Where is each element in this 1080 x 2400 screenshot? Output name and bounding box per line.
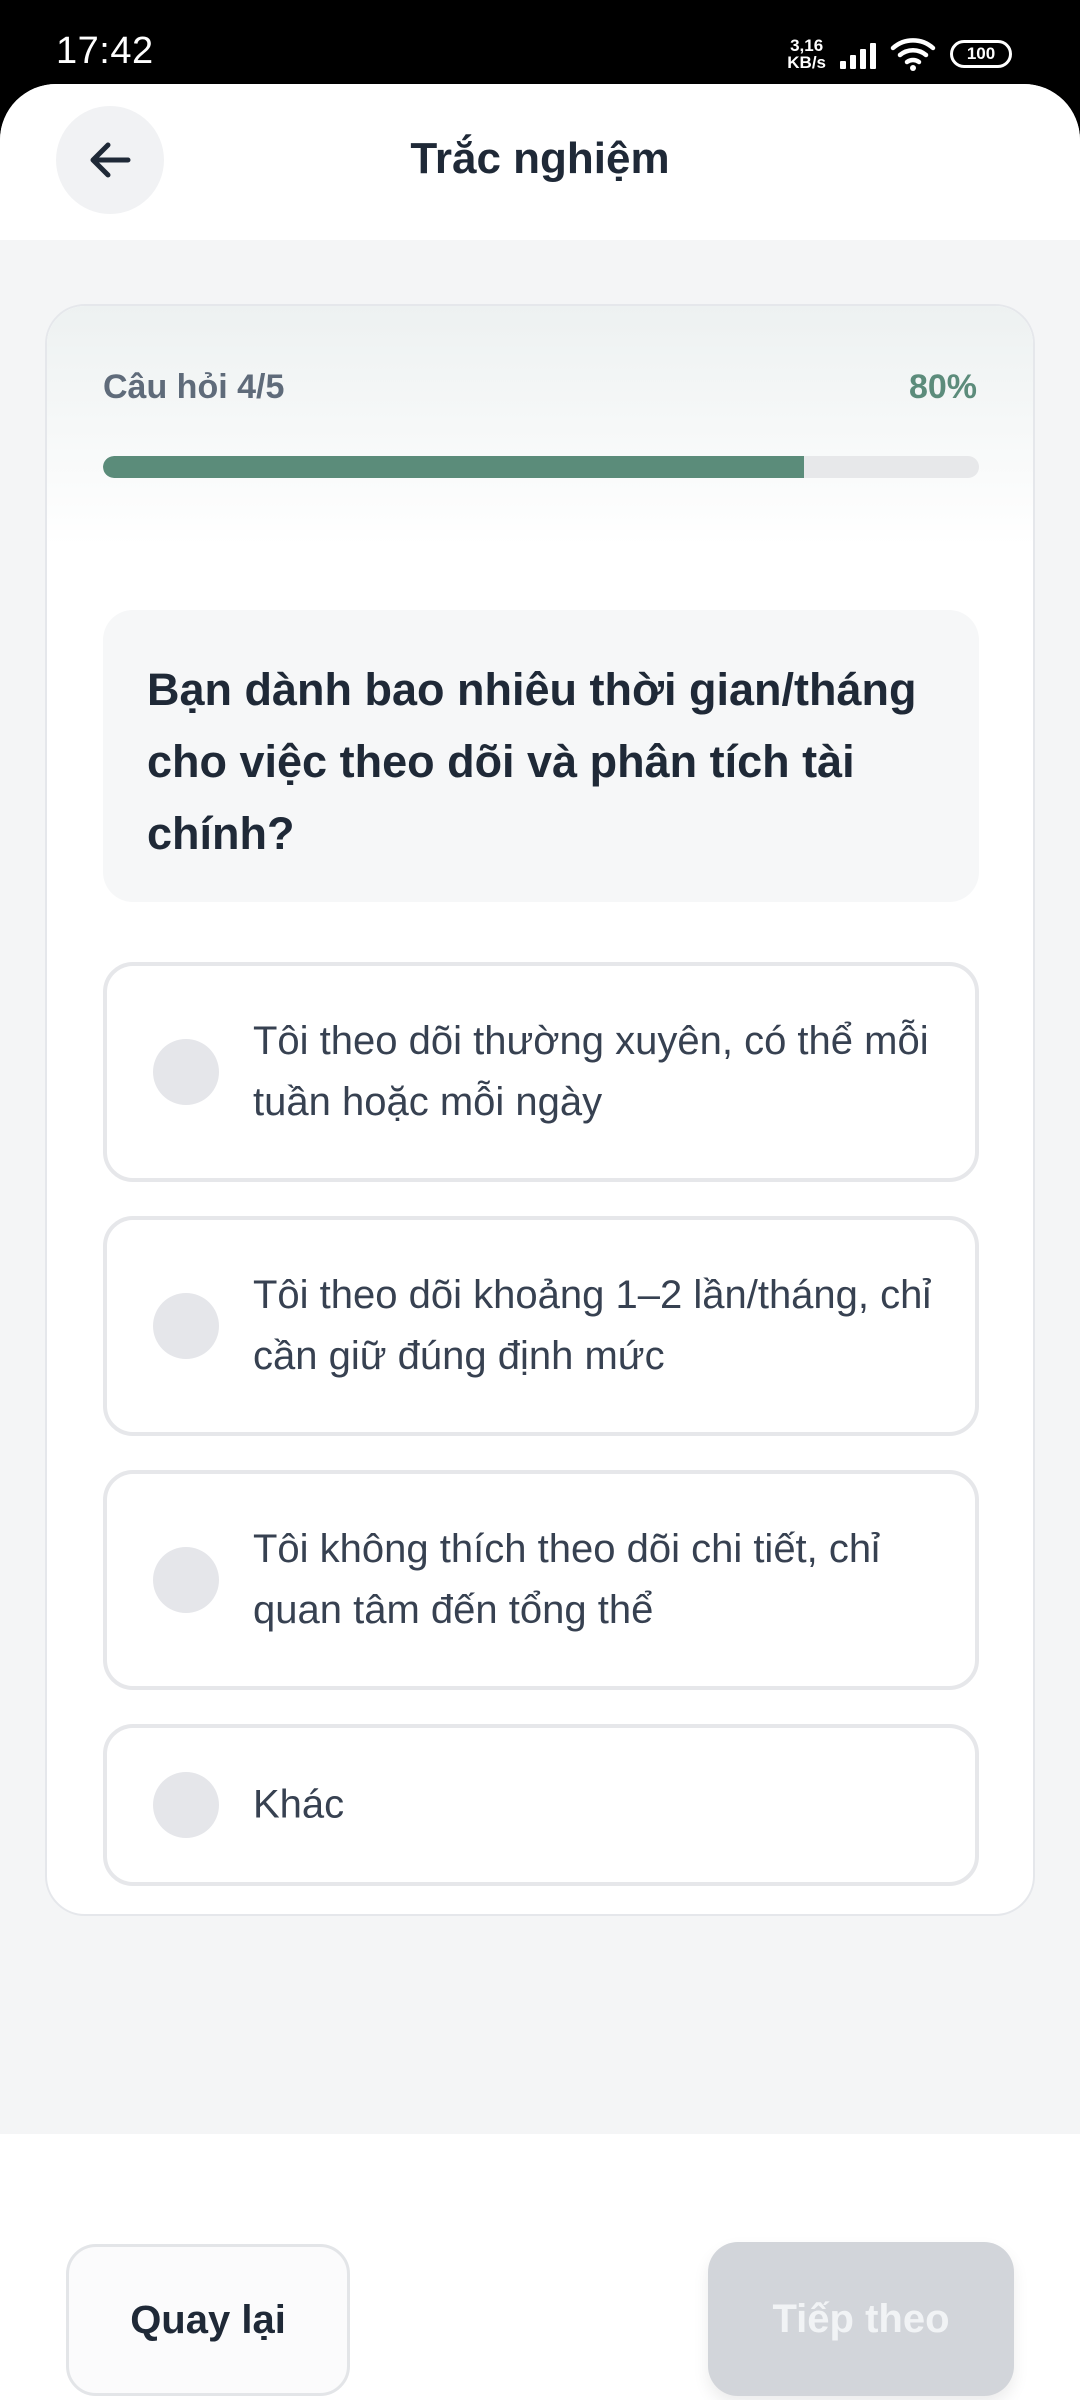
answer-option[interactable]: Khác: [103, 1724, 979, 1886]
page-title: Trắc nghiệm: [410, 134, 670, 183]
radio-button[interactable]: [153, 1772, 219, 1838]
question-text: Bạn dành bao nhiêu thời gian/tháng cho v…: [147, 664, 917, 859]
radio-button[interactable]: [153, 1039, 219, 1105]
answer-option[interactable]: Tôi không thích theo dõi chi tiết, chỉ q…: [103, 1470, 979, 1690]
network-speed-value: 3,16: [790, 36, 824, 55]
header: Trắc nghiệm: [0, 84, 1080, 240]
progress-percent: 80%: [908, 368, 977, 406]
footer-actions: Quay lại Tiếp theo: [0, 2134, 1080, 2400]
answer-option-label: Tôi theo dõi khoảng 1–2 lần/tháng, chỉ c…: [253, 1273, 932, 1378]
battery-icon: 100: [950, 40, 1012, 68]
answer-option[interactable]: Tôi theo dõi khoảng 1–2 lần/tháng, chỉ c…: [103, 1216, 979, 1436]
radio-button[interactable]: [153, 1547, 219, 1613]
status-icons: 3,16 KB/s 100: [787, 34, 1012, 74]
signal-icon: [840, 39, 876, 69]
network-speed: 3,16 KB/s: [787, 37, 826, 71]
answer-options: Tôi theo dõi thường xuyên, có thể mỗi tu…: [103, 962, 979, 1914]
quiz-card: Câu hỏi 4/5 80% Bạn dành bao nhiêu thời …: [45, 304, 1035, 1916]
answer-option-label: Khác: [253, 1782, 345, 1827]
progress-fill: [103, 456, 804, 478]
wifi-icon: [890, 37, 936, 71]
app-screen: Trắc nghiệm Câu hỏi 4/5 80% Bạn dành bao…: [0, 84, 1080, 2400]
radio-button[interactable]: [153, 1293, 219, 1359]
status-time: 17:42: [56, 30, 154, 72]
question-box: Bạn dành bao nhiêu thời gian/tháng cho v…: [103, 610, 979, 902]
card-header-background: [47, 306, 1033, 546]
next-button[interactable]: Tiếp theo: [708, 2242, 1014, 2396]
progress-bar: [103, 456, 979, 478]
previous-button[interactable]: Quay lại: [66, 2244, 350, 2396]
battery-level: 100: [966, 44, 996, 63]
answer-option-label: Tôi theo dõi thường xuyên, có thể mỗi tu…: [253, 1019, 929, 1124]
answer-option[interactable]: Tôi theo dõi thường xuyên, có thể mỗi tu…: [103, 962, 979, 1182]
answer-option-label: Tôi không thích theo dõi chi tiết, chỉ q…: [253, 1527, 881, 1632]
question-counter: Câu hỏi 4/5: [103, 368, 285, 406]
network-speed-unit: KB/s: [787, 53, 826, 72]
